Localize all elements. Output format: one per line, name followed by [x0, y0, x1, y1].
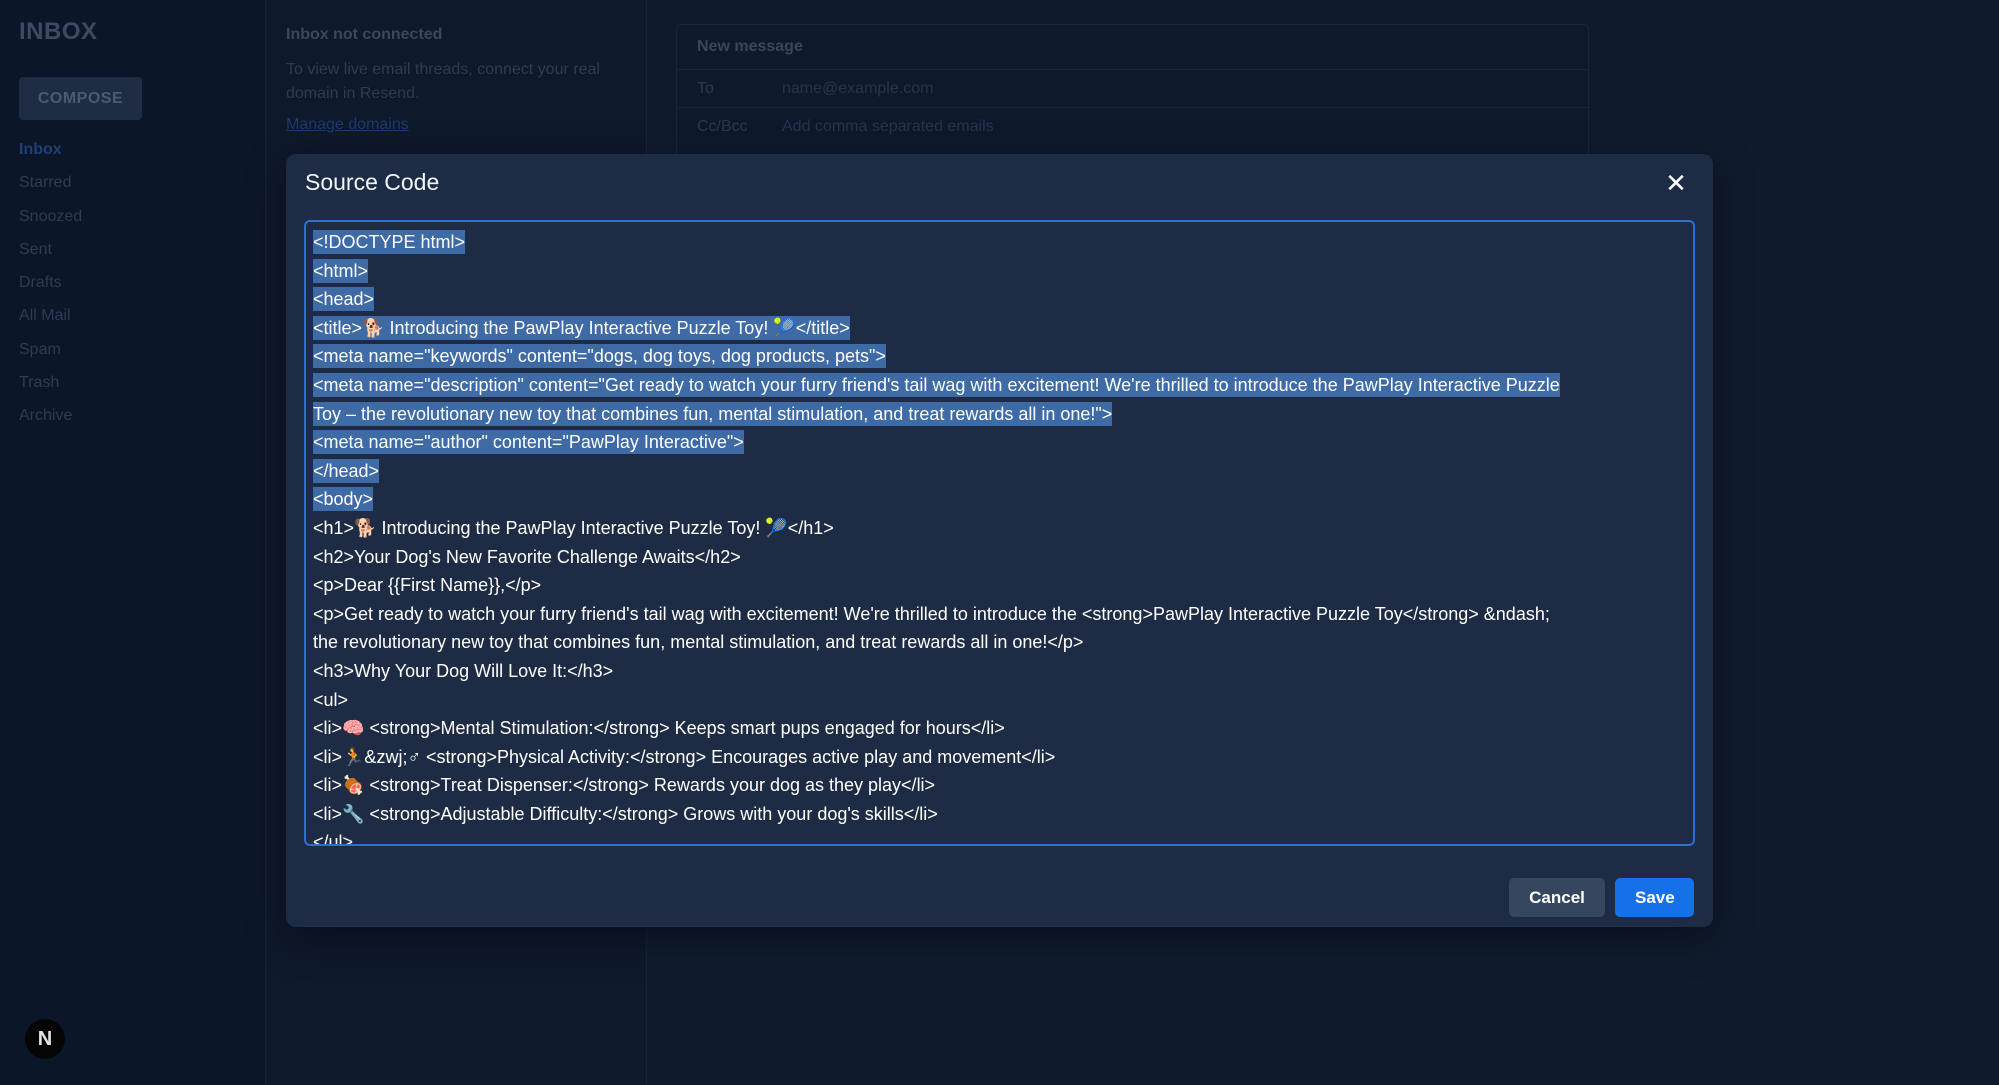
close-icon[interactable]: ✕: [1661, 169, 1691, 199]
code-line-text: <h3>Why Your Dog Will Love It:</h3>: [313, 660, 614, 681]
code-line-text: </ul>: [313, 832, 354, 846]
code-line-text: <head>: [313, 287, 375, 312]
source-code-modal: Source Code ✕ <!DOCTYPE html> <html> <head…: [286, 154, 1713, 927]
modal-footer: Cancel Save: [1509, 878, 1694, 917]
cancel-button[interactable]: Cancel: [1509, 878, 1605, 917]
sidebar-item-inbox[interactable]: Inbox: [19, 140, 82, 173]
code-line: <meta name="keywords" content="dogs, dog…: [313, 342, 1686, 371]
cc-label: Cc/Bcc: [697, 118, 748, 135]
code-line: <h2>Your Dog's New Favorite Challenge Aw…: [313, 543, 1686, 572]
code-line: <ul>: [313, 686, 1686, 715]
code-line-text: </head>: [313, 458, 380, 483]
code-line-text: <li>🔧 <strong>Adjustable Difficulty:</st…: [313, 803, 938, 824]
sidebar-item-archive[interactable]: Archive: [19, 406, 82, 439]
code-line-text: <p>Get ready to watch your furry friend'…: [313, 603, 1550, 624]
cc-input[interactable]: Add comma separated emails: [782, 118, 994, 136]
sidebar-item-trash[interactable]: Trash: [19, 373, 82, 406]
code-line-text: <meta name="author" content="PawPlay Int…: [313, 430, 744, 455]
code-line: <head>: [313, 285, 1686, 314]
code-line-text: <html>: [313, 258, 369, 283]
code-line: the revolutionary new toy that combines …: [313, 628, 1686, 657]
code-line-text: <p>Dear {{First Name}},</p>: [313, 575, 542, 596]
manage-domains-link[interactable]: Manage domains: [286, 116, 409, 134]
inbox-notice-description: To view live email threads, connect your…: [286, 61, 600, 102]
code-line-text: <li>🍖 <strong>Treat Dispenser:</strong> …: [313, 775, 936, 796]
code-line-text: <ul>: [313, 689, 349, 710]
sidebar-item-drafts[interactable]: Drafts: [19, 273, 82, 306]
code-line-text: <li>🏃&zwj;♂ <strong>Physical Activity:</…: [313, 746, 1056, 767]
code-line: <li>🧠 <strong>Mental Stimulation:</stron…: [313, 714, 1686, 743]
app-title: INBOX: [19, 18, 98, 45]
new-message-form: New message To name@example.com Cc/Bcc A…: [676, 24, 1589, 164]
code-line-text: the revolutionary new toy that combines …: [313, 632, 1084, 653]
code-line: </head>: [313, 457, 1686, 486]
code-line-text: <body>: [313, 487, 374, 512]
source-code-textarea[interactable]: <!DOCTYPE html> <html> <head> <title>🐕 Intr…: [304, 220, 1695, 846]
code-line-text: <meta name="description" content="Get re…: [313, 372, 1560, 397]
to-input[interactable]: name@example.com: [782, 80, 933, 98]
code-line-text: <h1>🐕 Introducing the PawPlay Interactiv…: [313, 517, 834, 538]
avatar[interactable]: N: [25, 1019, 65, 1059]
code-line: <li>🏃&zwj;♂ <strong>Physical Activity:</…: [313, 743, 1686, 772]
code-line: </ul>: [313, 828, 1686, 846]
code-line: <h3>Why Your Dog Will Love It:</h3>: [313, 657, 1686, 686]
code-line-text: <meta name="keywords" content="dogs, dog…: [313, 344, 886, 369]
code-line: <li>🍖 <strong>Treat Dispenser:</strong> …: [313, 771, 1686, 800]
sidebar: INBOX COMPOSE Inbox Starred Snoozed Sent…: [0, 0, 266, 1085]
code-line-text: Toy – the revolutionary new toy that com…: [313, 401, 1113, 426]
code-line-text: <li>🧠 <strong>Mental Stimulation:</stron…: [313, 718, 1005, 739]
inbox-notice-title: Inbox not connected: [286, 26, 443, 43]
sidebar-nav: Inbox Starred Snoozed Sent Drafts All Ma…: [19, 140, 82, 440]
sidebar-item-starred[interactable]: Starred: [19, 173, 82, 206]
sidebar-item-snoozed[interactable]: Snoozed: [19, 207, 82, 240]
code-line: <p>Dear {{First Name}},</p>: [313, 571, 1686, 600]
code-line: <title>🐕 Introducing the PawPlay Interac…: [313, 314, 1686, 343]
code-line: <meta name="author" content="PawPlay Int…: [313, 428, 1686, 457]
compose-button[interactable]: COMPOSE: [19, 77, 142, 120]
code-line-text: <!DOCTYPE html>: [313, 230, 466, 254]
code-line: <p>Get ready to watch your furry friend'…: [313, 600, 1686, 629]
code-line: <html>: [313, 257, 1686, 286]
code-line: Toy – the revolutionary new toy that com…: [313, 400, 1686, 429]
code-line: <meta name="description" content="Get re…: [313, 371, 1686, 400]
sidebar-item-sent[interactable]: Sent: [19, 240, 82, 273]
new-message-title: New message: [697, 38, 803, 55]
sidebar-item-all-mail[interactable]: All Mail: [19, 306, 82, 339]
save-button[interactable]: Save: [1615, 878, 1694, 917]
modal-title: Source Code: [305, 169, 440, 195]
to-row: To name@example.com: [677, 69, 1588, 107]
code-line: <body>: [313, 485, 1686, 514]
sidebar-item-spam[interactable]: Spam: [19, 340, 82, 373]
code-line: <li>🔧 <strong>Adjustable Difficulty:</st…: [313, 800, 1686, 829]
cc-row: Cc/Bcc Add comma separated emails: [677, 107, 1588, 145]
code-line-text: <h2>Your Dog's New Favorite Challenge Aw…: [313, 546, 741, 567]
to-label: To: [697, 80, 714, 97]
code-line-text: <title>🐕 Introducing the PawPlay Interac…: [313, 315, 850, 340]
code-line: <!DOCTYPE html>: [313, 228, 1686, 257]
code-line: <h1>🐕 Introducing the PawPlay Interactiv…: [313, 514, 1686, 543]
